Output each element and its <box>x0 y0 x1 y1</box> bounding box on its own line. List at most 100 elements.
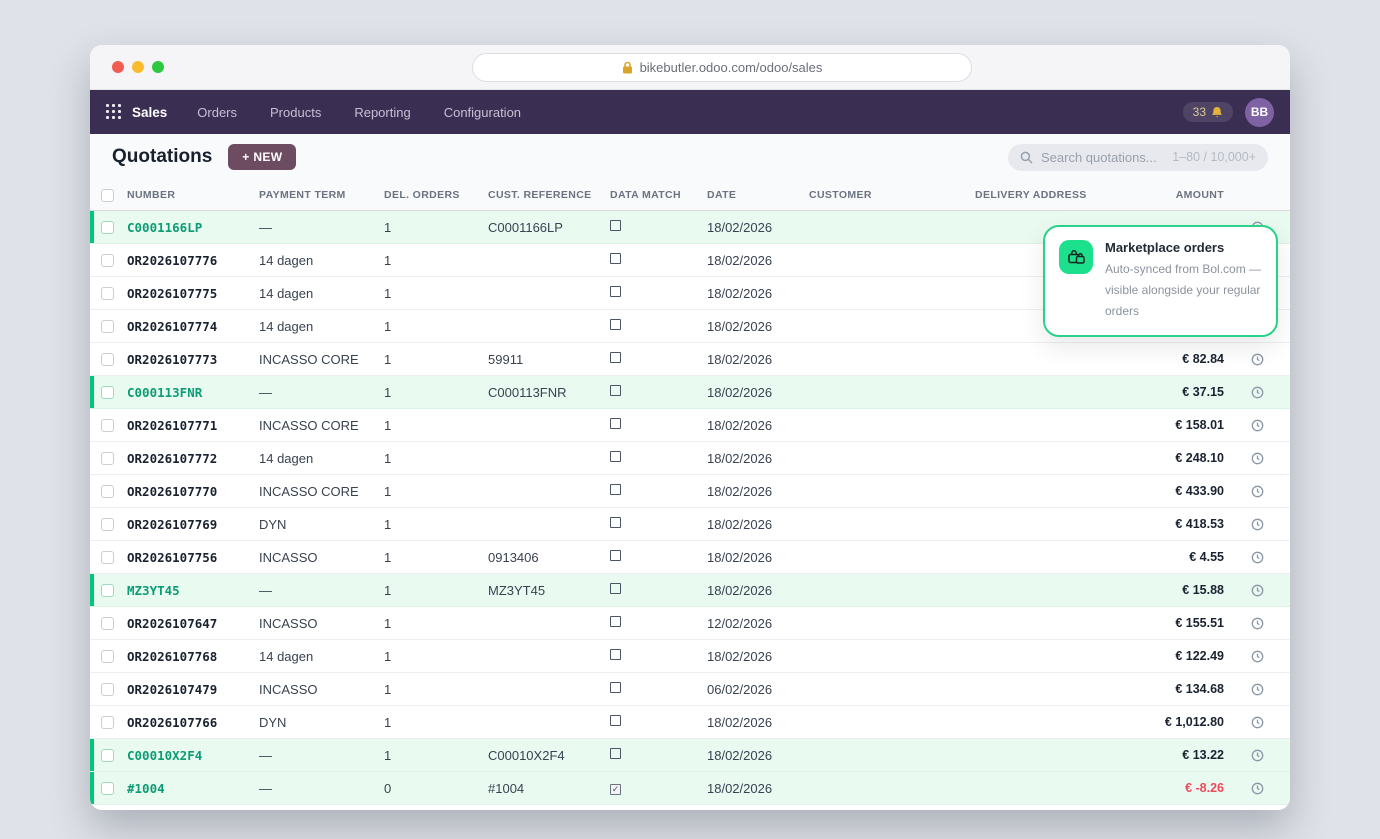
row-checkbox[interactable] <box>101 452 114 465</box>
activity-clock-icon[interactable] <box>1224 419 1290 432</box>
table-row[interactable]: OR2026107768 14 dagen 1 18/02/2026 € 122… <box>90 640 1290 673</box>
notification-badge[interactable]: 33 <box>1183 102 1233 122</box>
data-match-checkbox[interactable] <box>610 385 621 396</box>
new-button[interactable]: + NEW <box>228 144 296 170</box>
table-row[interactable]: OR2026107766 DYN 1 18/02/2026 € 1,012.80 <box>90 706 1290 739</box>
nav-item-orders[interactable]: Orders <box>197 105 237 120</box>
activity-clock-icon[interactable] <box>1224 353 1290 366</box>
row-checkbox[interactable] <box>101 584 114 597</box>
order-number[interactable]: C000113FNR <box>127 385 259 400</box>
minimize-window-button[interactable] <box>132 61 144 73</box>
record-pager[interactable]: 1–80 / 10,000+ <box>1172 150 1256 164</box>
search-input[interactable]: Search quotations... 1–80 / 10,000+ <box>1008 144 1268 171</box>
activity-clock-icon[interactable] <box>1224 551 1290 564</box>
order-number[interactable]: OR2026107773 <box>127 352 259 367</box>
header-cust-reference[interactable]: CUST. REFERENCE <box>488 189 610 201</box>
data-match-checkbox[interactable] <box>610 319 621 330</box>
row-checkbox[interactable] <box>101 749 114 762</box>
header-delivery-address[interactable]: DELIVERY ADDRESS <box>975 189 1141 201</box>
table-row[interactable]: MZ3YT45 — 1 MZ3YT45 18/02/2026 € 15.88 <box>90 574 1290 607</box>
order-number[interactable]: OR2026107775 <box>127 286 259 301</box>
nav-item-configuration[interactable]: Configuration <box>444 105 521 120</box>
activity-clock-icon[interactable] <box>1224 716 1290 729</box>
row-checkbox[interactable] <box>101 287 114 300</box>
row-checkbox[interactable] <box>101 617 114 630</box>
row-checkbox[interactable] <box>101 419 114 432</box>
order-number[interactable]: OR2026107766 <box>127 715 259 730</box>
header-payment-term[interactable]: PAYMENT TERM <box>259 189 384 201</box>
maximize-window-button[interactable] <box>152 61 164 73</box>
data-match-checkbox[interactable] <box>610 517 621 528</box>
row-checkbox[interactable] <box>101 683 114 696</box>
activity-clock-icon[interactable] <box>1224 683 1290 696</box>
activity-clock-icon[interactable] <box>1224 518 1290 531</box>
table-row[interactable]: OR2026107647 INCASSO 1 12/02/2026 € 155.… <box>90 607 1290 640</box>
data-match-checkbox[interactable] <box>610 583 621 594</box>
activity-clock-icon[interactable] <box>1224 650 1290 663</box>
nav-item-products[interactable]: Products <box>270 105 321 120</box>
row-checkbox[interactable] <box>101 353 114 366</box>
row-checkbox[interactable] <box>101 254 114 267</box>
activity-clock-icon[interactable] <box>1224 485 1290 498</box>
order-number[interactable]: MZ3YT45 <box>127 583 259 598</box>
order-number[interactable]: OR2026107769 <box>127 517 259 532</box>
order-number[interactable]: OR2026107647 <box>127 616 259 631</box>
data-match-checkbox[interactable] <box>610 484 621 495</box>
data-match-checkbox[interactable] <box>610 253 621 264</box>
header-amount[interactable]: AMOUNT <box>1141 189 1224 201</box>
row-checkbox[interactable] <box>101 782 114 795</box>
table-row[interactable]: OR2026107771 INCASSO CORE 1 18/02/2026 €… <box>90 409 1290 442</box>
table-row[interactable]: OR2026107773 INCASSO CORE 1 59911 18/02/… <box>90 343 1290 376</box>
data-match-checkbox[interactable] <box>610 616 621 627</box>
table-row[interactable]: #1004 — 0 #1004 18/02/2026 € -8.26 <box>90 772 1290 805</box>
activity-clock-icon[interactable] <box>1224 386 1290 399</box>
row-checkbox[interactable] <box>101 551 114 564</box>
header-data-match[interactable]: DATA MATCH <box>610 189 707 201</box>
row-checkbox[interactable] <box>101 518 114 531</box>
row-checkbox[interactable] <box>101 650 114 663</box>
row-checkbox[interactable] <box>101 716 114 729</box>
activity-clock-icon[interactable] <box>1224 584 1290 597</box>
table-row[interactable]: OR2026107772 14 dagen 1 18/02/2026 € 248… <box>90 442 1290 475</box>
row-checkbox[interactable] <box>101 320 114 333</box>
order-number[interactable]: OR2026107756 <box>127 550 259 565</box>
order-number[interactable]: OR2026107774 <box>127 319 259 334</box>
activity-clock-icon[interactable] <box>1224 617 1290 630</box>
data-match-checkbox[interactable] <box>610 286 621 297</box>
address-bar[interactable]: bikebutler.odoo.com/odoo/sales <box>472 53 972 82</box>
header-date[interactable]: DATE <box>707 189 809 201</box>
order-number[interactable]: OR2026107479 <box>127 682 259 697</box>
user-avatar[interactable]: BB <box>1245 98 1274 127</box>
data-match-checkbox[interactable] <box>610 649 621 660</box>
activity-clock-icon[interactable] <box>1224 749 1290 762</box>
data-match-checkbox[interactable] <box>610 352 621 363</box>
data-match-checkbox[interactable] <box>610 220 621 231</box>
order-number[interactable]: #1004 <box>127 781 259 796</box>
header-number[interactable]: NUMBER <box>127 189 259 201</box>
order-number[interactable]: OR2026107772 <box>127 451 259 466</box>
table-row[interactable]: C00010X2F4 — 1 C00010X2F4 18/02/2026 € 1… <box>90 739 1290 772</box>
select-all-checkbox[interactable] <box>101 189 114 202</box>
close-window-button[interactable] <box>112 61 124 73</box>
order-number[interactable]: C0001166LP <box>127 220 259 235</box>
data-match-checkbox[interactable] <box>610 748 621 759</box>
order-number[interactable]: OR2026107771 <box>127 418 259 433</box>
activity-clock-icon[interactable] <box>1224 452 1290 465</box>
row-checkbox[interactable] <box>101 221 114 234</box>
header-customer[interactable]: CUSTOMER <box>809 189 975 201</box>
row-checkbox[interactable] <box>101 386 114 399</box>
data-match-checkbox[interactable] <box>610 682 621 693</box>
app-name[interactable]: Sales <box>132 105 167 120</box>
order-number[interactable]: C00010X2F4 <box>127 748 259 763</box>
order-number[interactable]: OR2026107770 <box>127 484 259 499</box>
table-row[interactable]: OR2026107756 INCASSO 1 0913406 18/02/202… <box>90 541 1290 574</box>
data-match-checkbox[interactable] <box>610 784 621 795</box>
table-row[interactable]: OR2026107769 DYN 1 18/02/2026 € 418.53 <box>90 508 1290 541</box>
apps-grid-icon[interactable] <box>106 104 122 120</box>
data-match-checkbox[interactable] <box>610 418 621 429</box>
order-number[interactable]: OR2026107776 <box>127 253 259 268</box>
table-row[interactable]: OR2026107479 INCASSO 1 06/02/2026 € 134.… <box>90 673 1290 706</box>
header-del-orders[interactable]: DEL. ORDERS <box>384 189 488 201</box>
activity-clock-icon[interactable] <box>1224 782 1290 795</box>
data-match-checkbox[interactable] <box>610 550 621 561</box>
